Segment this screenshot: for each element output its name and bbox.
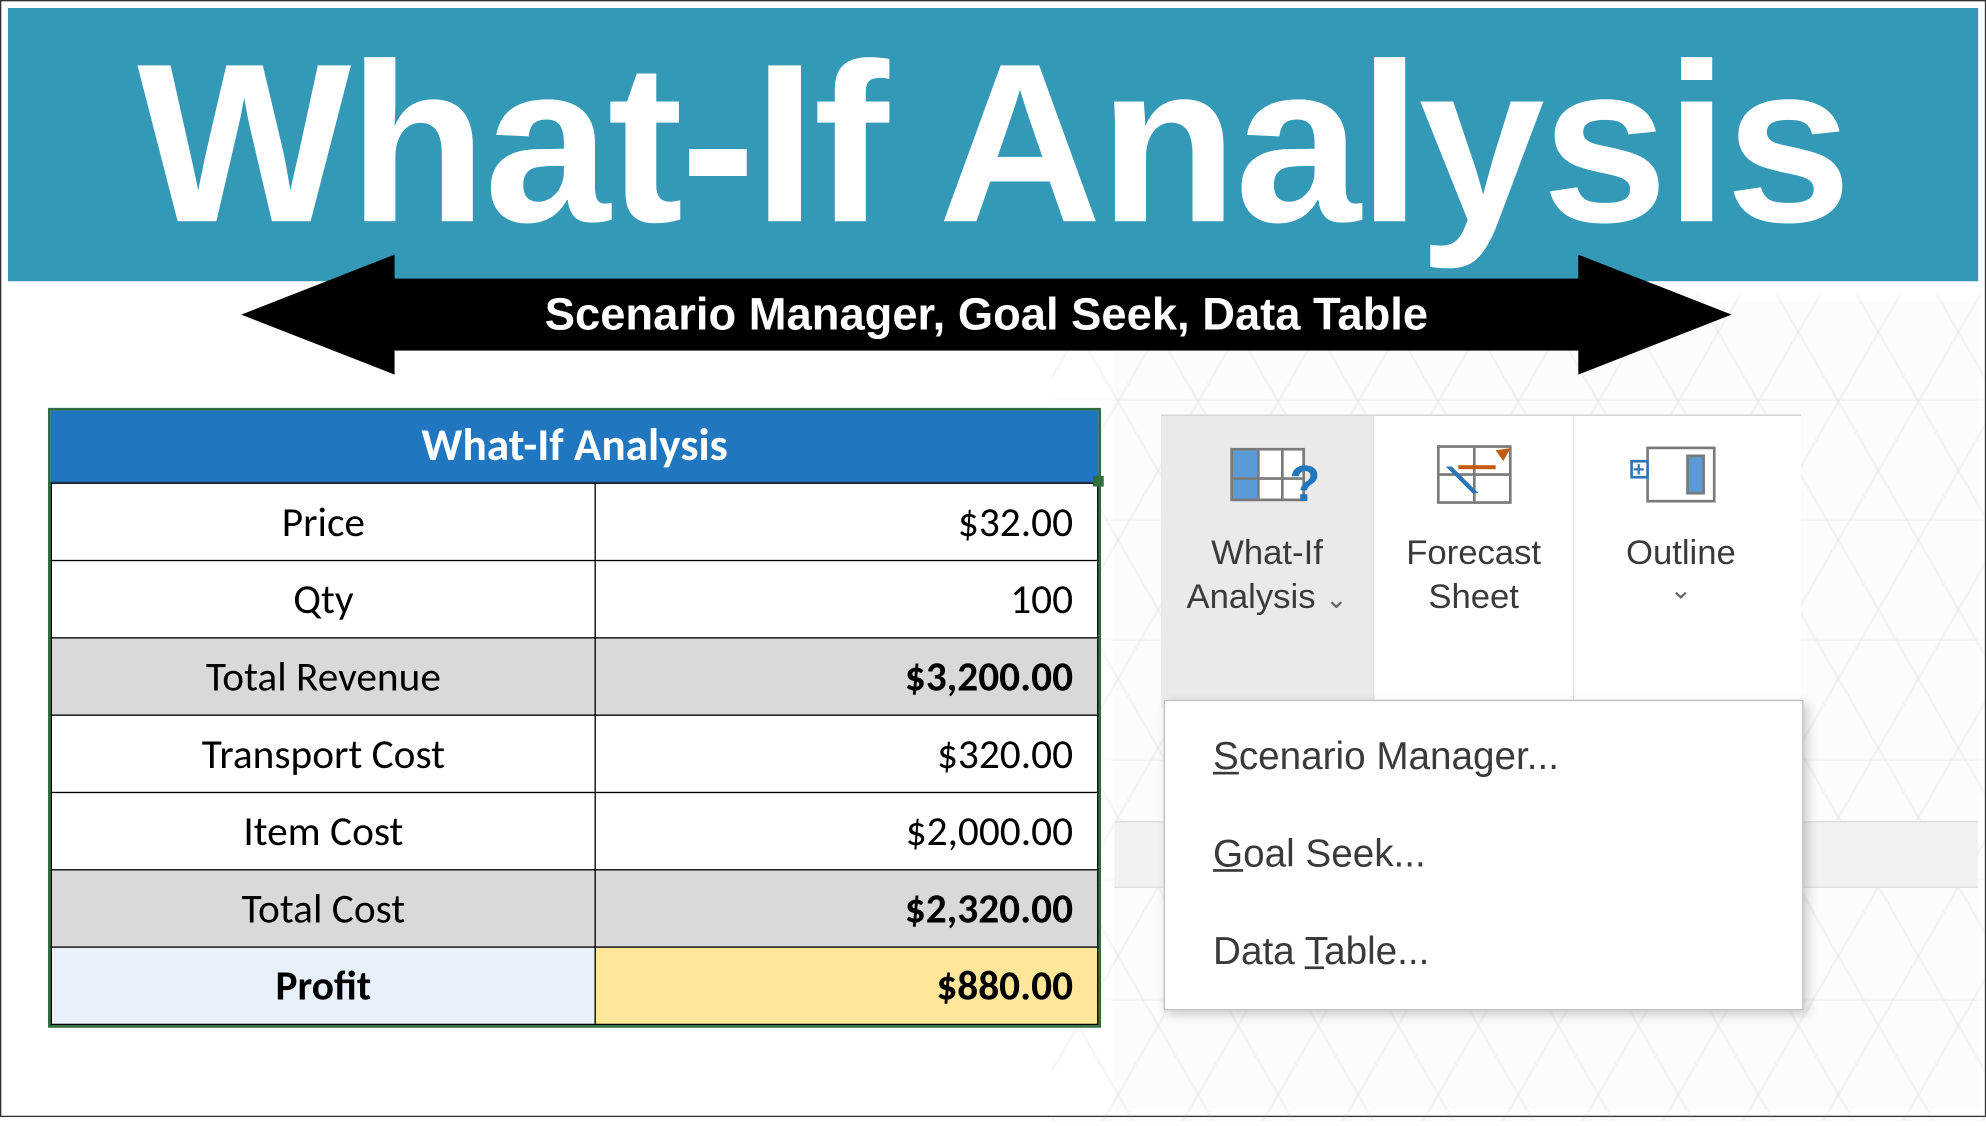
table-row: Profit$880.00 [51,947,1097,1024]
subtitle-text: Scenario Manager, Goal Seek, Data Table [545,289,1428,341]
row-label[interactable]: Item Cost [51,792,595,869]
outline-button[interactable]: + Outline ⌄ [1574,416,1787,708]
arrow-left-icon [241,255,394,375]
row-label[interactable]: Total Cost [51,870,595,947]
forecast-label-1: Forecast [1406,531,1541,574]
whatif-dropdown-menu: Scenario Manager... Goal Seek... Data Ta… [1164,700,1804,1011]
outline-icon: + [1633,429,1729,520]
row-value[interactable]: $2,320.00 [595,870,1097,947]
whatif-label-2: Analysis [1186,575,1315,615]
table-row: Total Revenue$3,200.00 [51,638,1097,715]
table-row: Qty100 [51,561,1097,638]
table-row: Price$32.00 [51,483,1097,560]
forecast-label-2: Sheet [1428,574,1519,617]
row-value[interactable]: $32.00 [595,483,1097,560]
menu-goal-seek[interactable]: Goal Seek... [1165,806,1802,903]
row-label[interactable]: Total Revenue [51,638,595,715]
chevron-down-icon: ⌄ [1325,585,1347,614]
analysis-table: What-If Analysis Price$32.00Qty100Total … [48,408,1101,1028]
menu-scenario-manager[interactable]: Scenario Manager... [1165,709,1802,806]
ribbon-forecast-group: ? What-If Analysis ⌄ Forecast Sheet + Ou… [1161,415,1801,708]
row-value[interactable]: $880.00 [595,947,1097,1024]
row-value[interactable]: 100 [595,561,1097,638]
forecast-sheet-icon [1426,429,1522,520]
row-label[interactable]: Qty [51,561,595,638]
subtitle-body: Scenario Manager, Goal Seek, Data Table [388,279,1585,351]
whatif-label-1: What-If [1211,532,1323,572]
row-label[interactable]: Transport Cost [51,715,595,792]
table-row: Transport Cost$320.00 [51,715,1097,792]
table-header: What-If Analysis [51,411,1099,483]
row-value[interactable]: $3,200.00 [595,638,1097,715]
whatif-analysis-icon: ? [1219,429,1315,520]
table-row: Item Cost$2,000.00 [51,792,1097,869]
whatif-analysis-button[interactable]: ? What-If Analysis ⌄ [1161,416,1374,708]
row-value[interactable]: $320.00 [595,715,1097,792]
menu-data-table[interactable]: Data Table... [1165,904,1802,1001]
header-banner: What-If Analysis [8,8,1978,281]
chevron-down-icon: ⌄ [1670,574,1692,607]
row-value[interactable]: $2,000.00 [595,792,1097,869]
forecast-sheet-button[interactable]: Forecast Sheet [1374,416,1574,708]
row-label[interactable]: Profit [51,947,595,1024]
table-row: Total Cost$2,320.00 [51,870,1097,947]
subtitle-arrow-banner: Scenario Manager, Goal Seek, Data Table [241,255,1731,375]
row-label[interactable]: Price [51,483,595,560]
page-title: What-If Analysis [8,8,1978,281]
arrow-right-icon [1578,255,1731,375]
outline-label: Outline [1626,531,1736,574]
